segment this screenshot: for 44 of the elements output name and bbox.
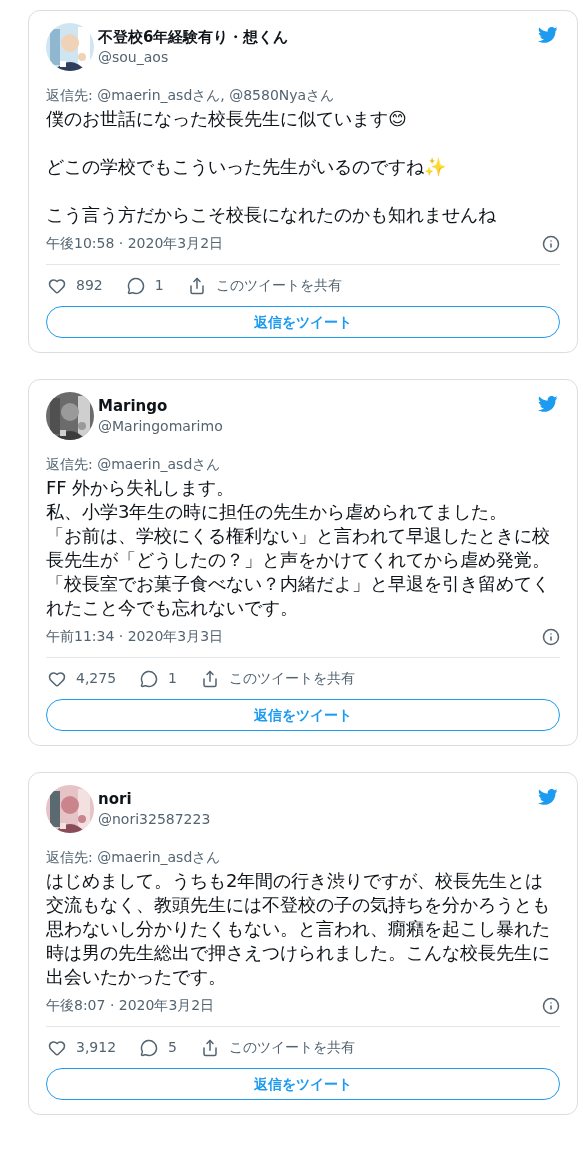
tweet-text: 「お前は、学校にくる権利ない」と言われて早退したときに校長先生が「どうしたの？」と声をかけてくれてから虐め発覚。 bbox=[46, 524, 551, 572]
display-name: Maringo bbox=[98, 396, 169, 416]
tweet-text: FF 外から失礼します。 bbox=[46, 476, 236, 500]
heart-icon[interactable] bbox=[48, 276, 66, 295]
reply-to-text: 返信先: @maerin_asdさん, @8580Nyaさん bbox=[46, 86, 336, 105]
share-icon[interactable] bbox=[187, 276, 206, 295]
heart-icon[interactable] bbox=[48, 669, 66, 688]
user-handle: @nori32587223 bbox=[98, 810, 211, 829]
tweet-text: 「校長室でお菓子食べない？内緒だよ」と早退を引き留めてくれたこと今でも忘れないです。 bbox=[46, 572, 551, 620]
tweet-text: はじめまして。うちも2年間の行き渋りですが、校長先生とは交流もなく、教頭先生には不登校の子の気持ちを分かろうとも思わないし分かりたくもない。と言われ、癇癪を起こし暴れた時は男の先生総出で押さえつけられました。こんな校長先生に出会いたかったです。 bbox=[46, 869, 551, 989]
info-icon[interactable] bbox=[542, 627, 560, 646]
timestamp: 午後10:58 · 2020年3月2日 bbox=[46, 234, 224, 253]
tweet-text: こう言う方だからこそ校長になれたのかも知れませんね bbox=[46, 203, 497, 227]
bird-logo-icon bbox=[536, 394, 560, 414]
like-count: 3,912 bbox=[76, 1038, 117, 1057]
reply-count: 1 bbox=[168, 669, 177, 688]
tweet-text: 私、小学3年生の時に担任の先生から虐められてました。 bbox=[46, 500, 509, 524]
reply-count: 1 bbox=[154, 276, 164, 295]
info-icon[interactable] bbox=[542, 996, 560, 1015]
user-handle: @Maringomarimo bbox=[98, 417, 223, 436]
share-link[interactable]: このツイートを共有 bbox=[215, 275, 342, 296]
like-count: 892 bbox=[76, 276, 103, 295]
comment-icon[interactable] bbox=[140, 669, 159, 688]
display-name: nori bbox=[98, 789, 133, 809]
reply-to-text: 返信先: @maerin_asdさん bbox=[46, 848, 222, 867]
bird-logo-icon bbox=[536, 25, 560, 45]
bird-logo-icon bbox=[536, 787, 560, 807]
display-name: 不登校6年経験有り・想くん bbox=[98, 27, 289, 47]
tweet-text: どこの学校でもこういった先生がいるのですね✨ bbox=[46, 155, 447, 179]
like-count: 4,275 bbox=[76, 669, 117, 688]
timestamp: 午前11:34 · 2020年3月3日 bbox=[46, 627, 224, 646]
reply-count: 5 bbox=[168, 1038, 177, 1057]
share-icon[interactable] bbox=[201, 669, 219, 688]
tweet-text: 僕のお世話になった校長先生に似ています😊 bbox=[46, 107, 408, 131]
comment-icon[interactable] bbox=[140, 1038, 159, 1057]
user-handle: @sou_aos bbox=[98, 48, 170, 67]
reply-to-text: 返信先: @maerin_asdさん bbox=[46, 455, 222, 474]
timestamp: 午後8:07 · 2020年3月2日 bbox=[46, 996, 215, 1015]
share-icon[interactable] bbox=[201, 1038, 219, 1057]
share-link[interactable]: このツイートを共有 bbox=[229, 1037, 355, 1058]
info-icon[interactable] bbox=[542, 234, 560, 253]
heart-icon[interactable] bbox=[48, 1038, 66, 1057]
comment-icon[interactable] bbox=[126, 276, 145, 295]
share-link[interactable]: このツイートを共有 bbox=[229, 668, 355, 689]
